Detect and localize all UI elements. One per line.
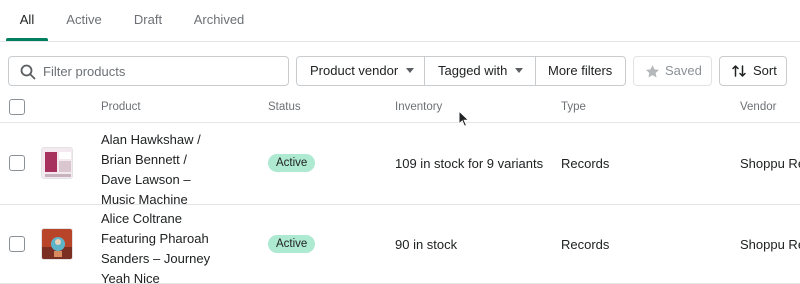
tab-archived[interactable]: Archived — [188, 0, 250, 42]
product-name-line: Dave Lawson – — [101, 172, 191, 187]
tab-all[interactable]: All — [6, 0, 48, 42]
product-name-line: Yeah Nice — [101, 271, 160, 284]
sort-label: Sort — [753, 63, 777, 78]
album-cover-image — [42, 229, 72, 259]
active-tab-indicator — [6, 38, 48, 41]
star-icon — [645, 65, 660, 78]
product-tabs: All Active Draft Archived — [0, 0, 800, 42]
row-checkbox[interactable] — [9, 236, 25, 252]
filter-button-group: Product vendor Tagged with More filters — [296, 56, 626, 86]
product-thumbnail — [41, 147, 73, 179]
caret-down-icon — [406, 68, 415, 74]
product-name-line: Brian Bennett / — [101, 152, 187, 167]
product-name-line: Featuring Pharoah — [101, 231, 209, 246]
album-cover-image — [42, 148, 72, 178]
product-name-line: Sanders – Journey — [101, 251, 211, 266]
tagged-with-filter-button[interactable]: Tagged with — [425, 57, 536, 85]
column-header-vendor[interactable]: Vendor — [740, 94, 776, 123]
type-cell: Records — [561, 237, 610, 252]
status-badge: Active — [268, 235, 316, 253]
product-name-link[interactable]: Alice Coltrane Featuring Pharoah Sanders… — [101, 209, 251, 284]
column-header-product[interactable]: Product — [101, 94, 141, 123]
caret-down-icon — [515, 68, 524, 74]
product-name-line: Alan Hawkshaw / — [101, 132, 201, 147]
product-name-line: Alice Coltrane — [101, 211, 182, 226]
product-vendor-label: Product vendor — [310, 63, 399, 78]
more-filters-label: More filters — [548, 63, 613, 78]
mouse-pointer-icon — [458, 110, 470, 127]
row-checkbox[interactable] — [9, 155, 25, 171]
tagged-with-label: Tagged with — [438, 63, 508, 78]
vendor-cell: Shoppu Re — [740, 237, 800, 252]
column-header-status[interactable]: Status — [268, 94, 301, 123]
product-thumbnail — [41, 228, 73, 260]
saved-button[interactable]: Saved — [633, 56, 712, 86]
product-vendor-filter-button[interactable]: Product vendor — [297, 57, 425, 85]
column-header-inventory[interactable]: Inventory — [395, 94, 442, 123]
table-row[interactable]: Alice Coltrane Featuring Pharoah Sanders… — [0, 205, 800, 284]
status-badge: Active — [268, 154, 316, 172]
table-row[interactable]: Alan Hawkshaw / Brian Bennett / Dave Law… — [0, 123, 800, 207]
sort-arrows-icon — [732, 65, 746, 77]
column-header-type[interactable]: Type — [561, 94, 586, 123]
inventory-cell: 109 in stock for 9 variants — [395, 156, 544, 171]
select-all-checkbox[interactable] — [9, 99, 25, 115]
table-header: Product Status Inventory Type Vendor — [0, 94, 800, 123]
tab-draft[interactable]: Draft — [128, 0, 168, 42]
vendor-cell: Shoppu Re — [740, 156, 800, 171]
more-filters-button[interactable]: More filters — [536, 57, 625, 85]
search-field[interactable] — [8, 56, 289, 86]
sort-button[interactable]: Sort — [719, 56, 787, 86]
saved-label: Saved — [665, 63, 702, 78]
type-cell: Records — [561, 156, 610, 171]
search-icon — [20, 64, 36, 80]
inventory-cell: 90 in stock — [395, 237, 458, 252]
search-input[interactable] — [43, 61, 278, 81]
tab-active[interactable]: Active — [61, 0, 107, 42]
product-name-link[interactable]: Alan Hawkshaw / Brian Bennett / Dave Law… — [101, 130, 251, 210]
